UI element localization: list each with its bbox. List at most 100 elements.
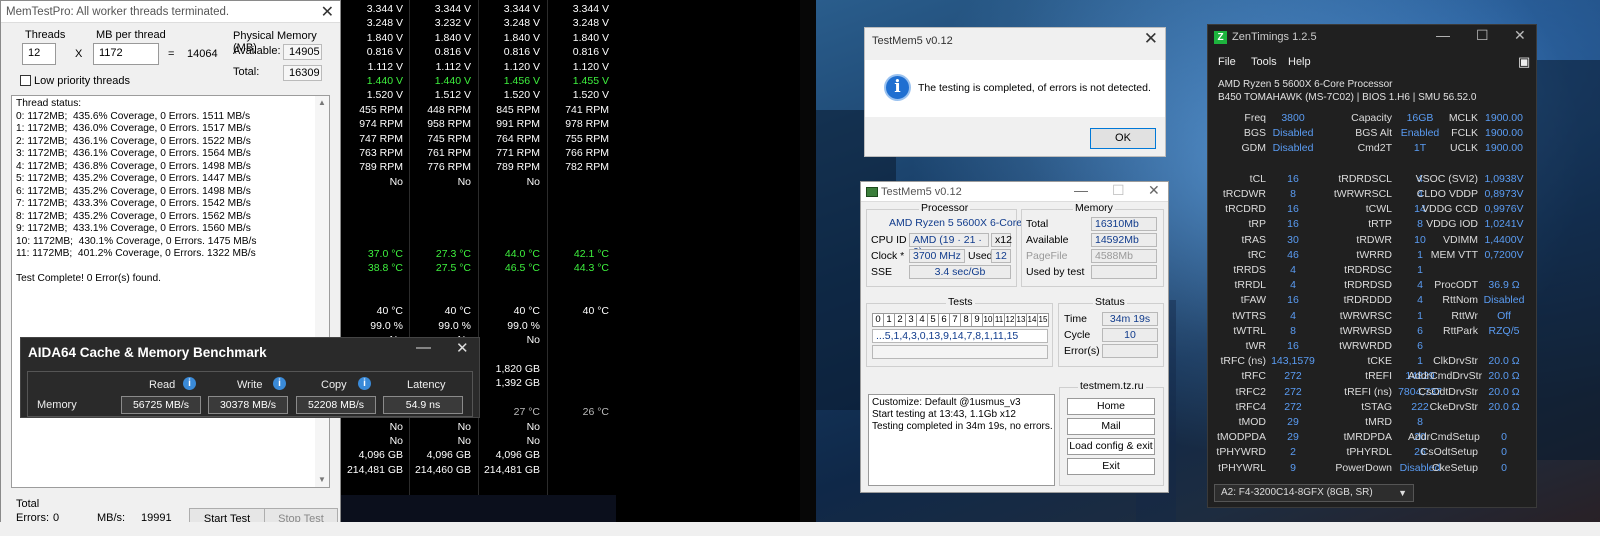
- close-icon[interactable]: ✕: [1514, 27, 1526, 44]
- sensor-value: No: [389, 420, 403, 433]
- sensor-value: No: [457, 175, 471, 188]
- read-info-icon[interactable]: i: [183, 377, 196, 390]
- sensor-value: 3.344 V: [434, 3, 471, 15]
- sensor-value: 3.248 V: [572, 17, 609, 30]
- menu-file[interactable]: File: [1218, 56, 1236, 68]
- timing-label: CsOdtSetup: [1420, 446, 1478, 459]
- sensor-value: No: [526, 334, 540, 347]
- menu-tools[interactable]: Tools: [1251, 56, 1277, 68]
- timing-value: 8: [1290, 188, 1296, 200]
- minimize-icon[interactable]: —: [1436, 27, 1450, 43]
- timing-value: 29: [1287, 416, 1299, 428]
- cpu-id-label: CPU ID: [871, 234, 907, 246]
- timing-label: tCWL: [1365, 203, 1392, 216]
- sensor-value: 214,481 GB: [346, 463, 403, 476]
- memtestpro-titlebar: MemTestPro: All worker threads terminate…: [1, 1, 340, 23]
- processor-group-title: Processor: [919, 202, 971, 214]
- sensor-value: 1.840 V: [434, 31, 471, 44]
- chevron-down-icon: ▼: [1398, 488, 1407, 498]
- timing-label: Cmd2T: [1357, 142, 1392, 155]
- sensor-value: 789 RPM: [496, 161, 540, 174]
- home-button[interactable]: Home: [1067, 398, 1155, 415]
- sensor-value: 3.248 V: [503, 17, 540, 30]
- sensor-value: 789 RPM: [359, 161, 403, 174]
- exit-button[interactable]: Exit: [1067, 458, 1155, 475]
- sensor-value: 1.455 V: [572, 75, 609, 87]
- timing-label: Capacity: [1351, 112, 1392, 124]
- timing-label: tRDRDSD: [1344, 279, 1392, 292]
- memtestpro-title: MemTestPro: All worker threads terminate…: [6, 5, 230, 18]
- minimize-icon[interactable]: —: [1074, 182, 1088, 198]
- write-info-icon[interactable]: i: [273, 377, 286, 390]
- screenshot-icon[interactable]: ▣: [1518, 54, 1530, 70]
- sensor-value: 776 RPM: [427, 161, 471, 174]
- memory-row-label: Memory: [37, 399, 77, 411]
- pagefile-value: 4588Mb: [1091, 249, 1157, 263]
- minimize-icon[interactable]: —: [416, 339, 431, 356]
- timing-label: PowerDown: [1335, 461, 1392, 474]
- timing-value: 16: [1287, 203, 1299, 216]
- low-priority-checkbox[interactable]: [20, 75, 31, 86]
- close-icon[interactable]: ✕: [1148, 182, 1160, 199]
- timing-value: 1900.00: [1485, 142, 1523, 155]
- mail-button[interactable]: Mail: [1067, 418, 1155, 435]
- sensor-value: 755 RPM: [565, 132, 609, 145]
- load-config-exit-button[interactable]: Load config & exit: [1067, 438, 1155, 455]
- timing-value: 20.0 Ω: [1488, 355, 1520, 368]
- timing-label: MCLK: [1448, 112, 1478, 124]
- zentimings-app-icon: Z: [1214, 31, 1227, 44]
- sensor-value: 1.520 V: [572, 89, 609, 102]
- close-icon[interactable]: ✕: [1144, 29, 1158, 49]
- sensor-value: 4,096 GB: [426, 449, 471, 462]
- timing-value: 46: [1287, 248, 1299, 261]
- timing-label: tRFC (ns): [1220, 355, 1267, 368]
- scroll-up-icon[interactable]: ▲: [318, 98, 326, 107]
- thread-status-line: 2: 1172MB; 436.1% Coverage, 0 Errors. 15…: [16, 135, 251, 147]
- menu-help[interactable]: Help: [1288, 56, 1311, 68]
- sensor-value: 214,481 GB: [483, 463, 540, 476]
- timing-value: 16: [1287, 340, 1299, 352]
- maximize-icon[interactable]: ☐: [1112, 182, 1125, 199]
- timing-value: 272: [1284, 400, 1302, 413]
- timing-label: tWRWRSC: [1339, 309, 1392, 322]
- sensor-value: 46.5 °C: [504, 262, 540, 275]
- timing-label: tWRWRSD: [1339, 324, 1392, 337]
- ok-button[interactable]: OK: [1090, 128, 1156, 149]
- aida64-window: AIDA64 Cache & Memory Benchmark — ✕ Read…: [20, 337, 480, 418]
- copy-info-icon[interactable]: i: [358, 377, 371, 390]
- close-icon[interactable]: ✕: [321, 2, 334, 22]
- dimm-select[interactable]: A2: F4-3200C14-8GFX (8GB, SR) ▼: [1214, 484, 1414, 502]
- timing-label: BGS: [1243, 127, 1266, 140]
- sensor-value: 764 RPM: [496, 132, 540, 145]
- close-icon[interactable]: ✕: [456, 339, 469, 357]
- timing-value: 16: [1287, 172, 1299, 185]
- timing-value: 29: [1287, 431, 1299, 444]
- thread-status-line: 8: 1172MB; 435.2% Coverage, 0 Errors. 15…: [16, 210, 251, 222]
- timing-label: tRC: [1247, 248, 1266, 261]
- sensor-value: 766 RPM: [565, 147, 609, 159]
- mb-per-thread-input[interactable]: 1172: [93, 43, 159, 65]
- sensor-value: No: [457, 420, 471, 433]
- bottom-strip: [0, 522, 1600, 536]
- monitor-divider: [800, 0, 816, 536]
- sensor-value: 455 RPM: [359, 103, 403, 116]
- thread-status-scrollbar[interactable]: ▲ ▼: [315, 96, 329, 487]
- test-sequence: ...5,1,4,3,0,13,9,14,7,8,1,11,15: [872, 329, 1048, 343]
- timing-value: Disabled: [1272, 127, 1314, 140]
- maximize-icon[interactable]: ☐: [1476, 27, 1489, 44]
- timing-label: RttNom: [1442, 294, 1478, 307]
- sse-value: 3.4 sec/Gb: [909, 265, 1011, 279]
- write-header: Write: [237, 379, 263, 391]
- dialog-title: TestMem5 v0.12: [872, 35, 953, 47]
- sensor-value: 40 °C: [582, 305, 609, 318]
- sensor-value: 37.0 °C: [367, 247, 403, 260]
- threads-input[interactable]: 12: [22, 43, 56, 65]
- timing-label: tRDWR: [1356, 233, 1392, 246]
- sensor-value: 3.344 V: [572, 3, 609, 15]
- timing-value: Disabled: [1272, 142, 1314, 155]
- timing-label: tRFC: [1241, 370, 1267, 383]
- scroll-down-icon[interactable]: ▼: [318, 475, 326, 484]
- sensor-value: 42.1 °C: [573, 247, 609, 260]
- timing-label: UCLK: [1449, 142, 1478, 155]
- sensor-value: 3.248 V: [366, 17, 403, 30]
